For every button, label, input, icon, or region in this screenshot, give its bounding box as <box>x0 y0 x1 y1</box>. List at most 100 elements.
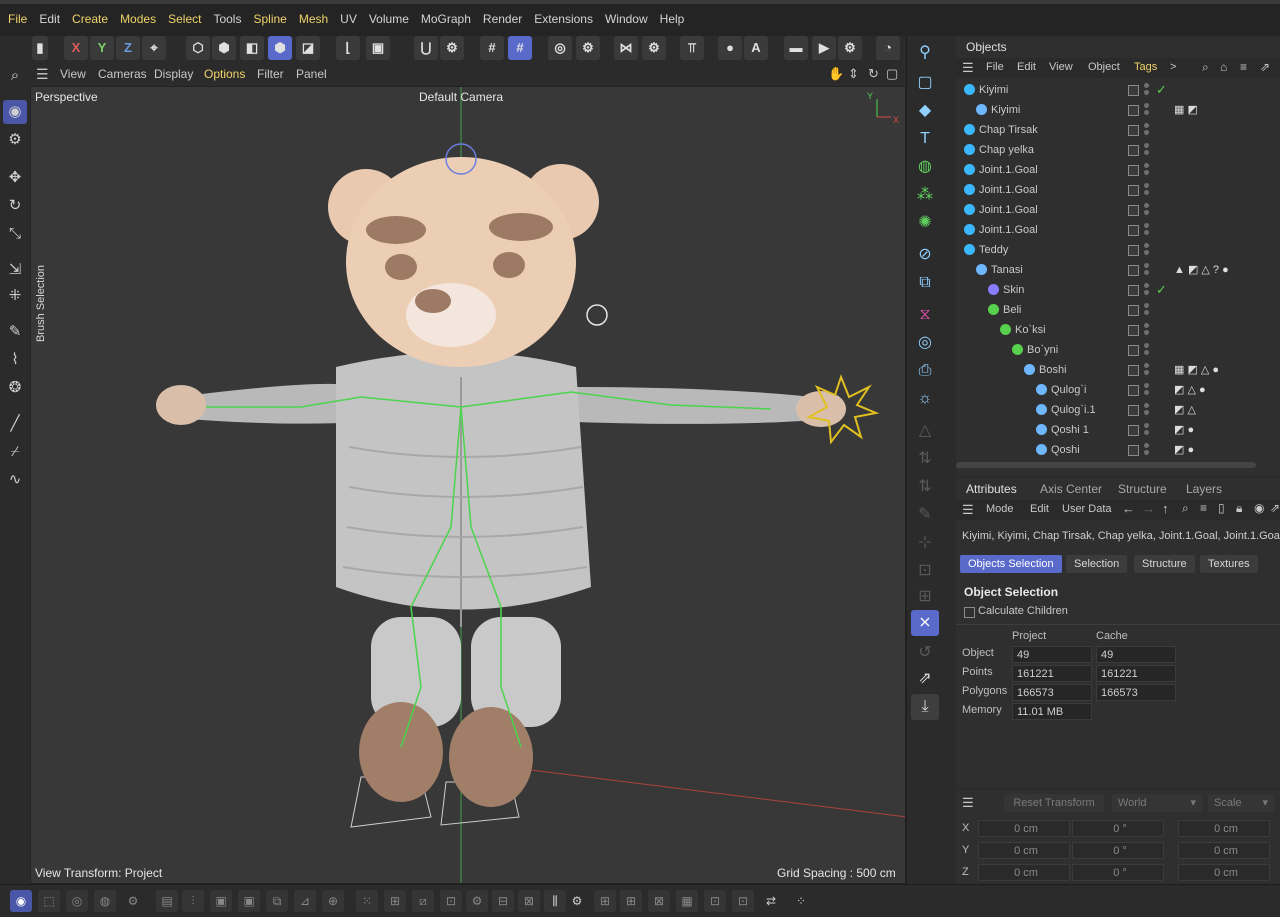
deformer-icon[interactable]: ⊘ <box>911 242 939 268</box>
visibility-dots[interactable] <box>1144 343 1149 357</box>
model-mode-icon[interactable]: ⬢ <box>268 36 292 60</box>
snap-icon[interactable]: ⋃ <box>414 36 438 60</box>
render-view-icon[interactable]: ▶ <box>812 36 836 60</box>
bottom-tool-11-icon[interactable]: ⊡ <box>440 890 462 912</box>
visibility-dots[interactable] <box>1144 183 1149 197</box>
tab-structure[interactable]: Structure <box>1110 478 1175 500</box>
coordinate-system-icon[interactable]: ⌖ <box>142 36 166 60</box>
camera-icon[interactable]: ⎙ <box>911 358 939 384</box>
sculpt-icon[interactable]: ❂ <box>3 376 27 400</box>
visibility-dots[interactable] <box>1144 103 1149 117</box>
subtab-textures[interactable]: Textures <box>1200 555 1258 573</box>
layer-checkbox[interactable] <box>1128 125 1139 136</box>
menu-spline[interactable]: Spline <box>247 4 292 34</box>
menu-volume[interactable]: Volume <box>363 4 415 34</box>
visibility-dots[interactable] <box>1144 203 1149 217</box>
maximize-view-icon[interactable]: ▢ <box>886 62 898 86</box>
render-region-icon[interactable]: ▬ <box>784 36 808 60</box>
rectangle-selection-icon[interactable]: ⬚ <box>38 890 60 912</box>
move-icon[interactable]: ✥ <box>3 166 27 190</box>
menu-modes[interactable]: Modes <box>114 4 162 34</box>
layer-checkbox[interactable] <box>1128 345 1139 356</box>
layer-checkbox[interactable] <box>1128 305 1139 316</box>
layer-checkbox[interactable] <box>1128 445 1139 456</box>
visibility-dots[interactable] <box>1144 283 1149 297</box>
viewport-menu-view[interactable]: View <box>60 62 86 86</box>
object-tags[interactable]: ▦ ◩ <box>1174 100 1198 120</box>
up-arrow-icon[interactable]: ↑ <box>1162 501 1169 516</box>
object-row[interactable]: Qoshi ◩ ● <box>956 440 1268 460</box>
object-tags[interactable]: ▲ ◩ △ ? ● <box>1174 260 1229 280</box>
layer-checkbox[interactable] <box>1128 145 1139 156</box>
bottom-tool-10-icon[interactable]: ⧄ <box>412 890 434 912</box>
field-icon[interactable]: ⧉ <box>911 270 939 296</box>
bottom-tool-8-icon[interactable]: ⁙ <box>356 890 378 912</box>
bottom-tool-24-icon[interactable]: ⁘ <box>790 890 812 912</box>
render-settings-icon[interactable]: ⚙ <box>838 36 862 60</box>
skin-deformer-icon[interactable]: ⨯ <box>911 610 939 636</box>
bottom-tool-3-icon[interactable]: ▣ <box>210 890 232 912</box>
snap-settings-icon[interactable]: ⚙ <box>440 36 464 60</box>
coord-rot-field[interactable]: 0 ° <box>1072 842 1164 859</box>
object-tags[interactable]: ◩ △ <box>1174 400 1196 420</box>
bottom-tool-23-icon[interactable]: ⇄ <box>760 890 782 912</box>
bottom-tool-18-icon[interactable]: ⊞ <box>620 890 642 912</box>
pan-icon[interactable]: ✋ <box>828 62 844 86</box>
polygons-mode-icon[interactable]: ◧ <box>240 36 264 60</box>
layer-checkbox[interactable] <box>1128 285 1139 296</box>
knife-icon[interactable]: ⌿ <box>3 440 27 464</box>
object-row[interactable]: Joint.1.Goal <box>956 160 1268 180</box>
subtab-objects-selection[interactable]: Objects Selection <box>960 555 1062 573</box>
attributes-search-icon[interactable]: ⌕ <box>1182 501 1189 516</box>
visibility-dots[interactable] <box>1144 323 1149 337</box>
visibility-dots[interactable] <box>1144 303 1149 317</box>
space-dropdown[interactable]: World ▾ <box>1112 794 1202 812</box>
object-row[interactable]: Beli <box>956 300 1268 320</box>
bottom-tool-16-icon[interactable]: ⚙ <box>566 890 588 912</box>
objects-menu-edit[interactable]: Edit <box>1017 61 1036 73</box>
target-icon[interactable]: ◉ <box>1254 501 1264 515</box>
workplane-icon[interactable]: # <box>508 36 532 60</box>
dynamic-placement-icon[interactable]: ⫪ <box>680 36 704 60</box>
menu-tools[interactable]: Tools <box>207 4 247 34</box>
menu-render[interactable]: Render <box>477 4 528 34</box>
cloner-icon[interactable]: ⁂ <box>911 182 939 208</box>
visibility-dots[interactable] <box>1144 363 1149 377</box>
live-selection-icon[interactable]: ◉ <box>3 100 27 124</box>
layer-checkbox[interactable] <box>1128 245 1139 256</box>
bottom-settings-icon[interactable]: ⚙ <box>122 890 144 912</box>
visibility-dots[interactable] <box>1144 83 1149 97</box>
visibility-dots[interactable] <box>1144 403 1149 417</box>
bottom-tool-21-icon[interactable]: ⊡ <box>704 890 726 912</box>
bottom-tool-20-icon[interactable]: ▦ <box>676 890 698 912</box>
attributes-menu-mode[interactable]: Mode <box>986 503 1014 515</box>
paint-weight-icon[interactable]: ✎ <box>911 502 939 528</box>
visibility-dots[interactable] <box>1144 423 1149 437</box>
coord-rot-field[interactable]: 0 ° <box>1072 864 1164 881</box>
viewport-menu-options[interactable]: Options <box>204 62 245 86</box>
cube-icon[interactable]: ◆ <box>911 98 939 124</box>
object-row[interactable]: Skin ✓ <box>956 280 1268 300</box>
tab-objects[interactable]: Objects <box>958 36 1015 58</box>
spline-icon[interactable]: ∿ <box>3 468 27 492</box>
object-row[interactable]: Boshi ▦ ◩ △ ● <box>956 360 1268 380</box>
coord-scale-field[interactable]: 0 cm <box>1178 864 1270 881</box>
coord-pos-field[interactable]: 0 cm <box>978 864 1070 881</box>
layer-checkbox[interactable] <box>1128 385 1139 396</box>
viewport-menu-display[interactable]: Display <box>154 62 193 86</box>
undo-icon[interactable]: ▮ <box>32 36 48 60</box>
axis-mode-icon[interactable]: ⌊ <box>336 36 360 60</box>
search-icon[interactable]: ⌕ <box>3 64 27 88</box>
selection-settings-icon[interactable]: ⚙ <box>3 128 27 152</box>
visibility-dots[interactable] <box>1144 123 1149 137</box>
effector-icon[interactable]: ✺ <box>911 210 939 236</box>
bookmark-icon[interactable]: ▯ <box>1218 501 1225 515</box>
layer-checkbox[interactable] <box>1128 365 1139 376</box>
visibility-dots[interactable] <box>1144 243 1149 257</box>
environment-icon[interactable]: ◎ <box>911 330 939 356</box>
viewport-solo-icon[interactable]: ● <box>718 36 742 60</box>
mirror-tool-icon[interactable]: ⊹ <box>911 530 939 556</box>
tweak-mode-icon[interactable]: ▣ <box>366 36 390 60</box>
object-tags[interactable]: ◩ ● <box>1174 420 1194 440</box>
menu-window[interactable]: Window <box>599 4 654 34</box>
